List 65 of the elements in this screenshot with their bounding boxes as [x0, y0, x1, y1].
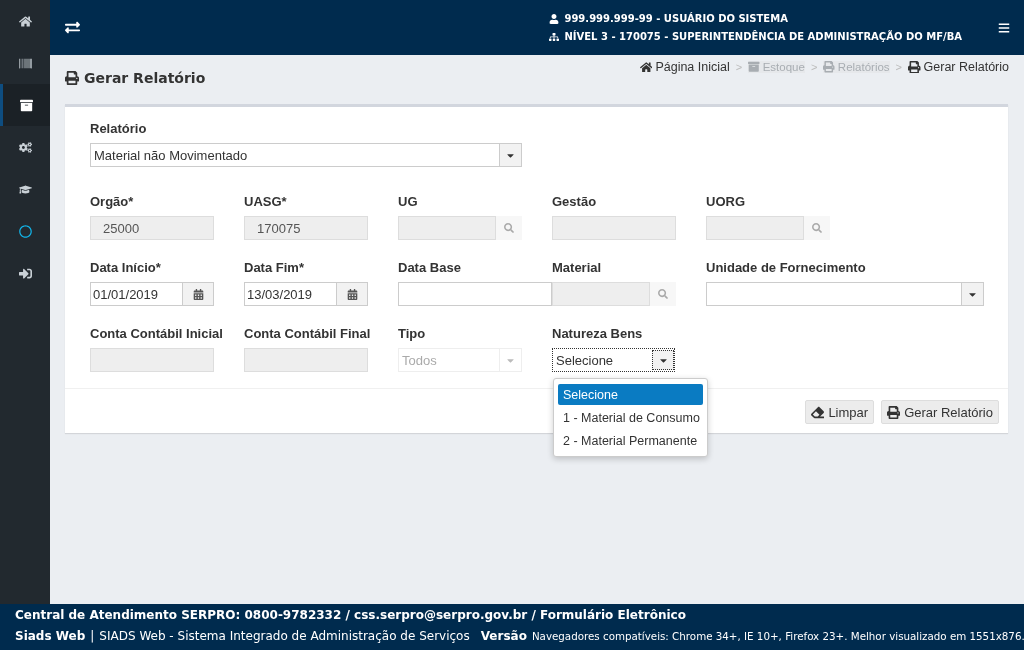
field-label: Conta Contábil Inicial	[90, 326, 224, 342]
select-field[interactable]: Material não Movimentado	[90, 143, 522, 167]
gears-icon	[18, 140, 32, 154]
search-icon	[812, 223, 822, 233]
text-field[interactable]	[398, 282, 552, 306]
field-label: Tipo	[398, 326, 427, 342]
select-field[interactable]: Selecione	[552, 348, 675, 372]
user-unit: NÍVEL 3 - 170075 - SUPERINTENDÊNCIA DE ADMINISTRAÇÃO DO MF/BA	[564, 31, 962, 42]
calendar-icon	[346, 288, 358, 300]
search-button[interactable]	[804, 216, 830, 240]
printer-icon	[908, 60, 921, 74]
menu-icon[interactable]	[998, 21, 1010, 34]
field-label: UASG*	[244, 194, 288, 210]
system-name: SIADS Web - Sistema Integrado de Administração de Serviços	[99, 629, 470, 643]
search-button[interactable]	[496, 216, 522, 240]
printer-icon	[887, 405, 901, 419]
search-icon	[504, 223, 514, 233]
brand-name: Siads Web	[15, 629, 86, 643]
version-label: Versão	[480, 629, 527, 643]
action-button[interactable]: Gerar Relatório	[881, 400, 999, 424]
contact-text: Central de Atendimento SERPRO: 0800-9782332 / css.serpro@serpro.gov.br / Formulário Eletrônico	[15, 608, 687, 622]
calendar-button[interactable]	[337, 282, 368, 306]
home-icon	[639, 60, 653, 74]
calendar-icon	[192, 288, 204, 300]
toggle-arrows-icon[interactable]	[65, 20, 80, 35]
field-label: UG	[398, 194, 419, 210]
user-name: 999.999.999-99 - USUÁRIO DO SISTEMA	[564, 13, 788, 24]
separator-text: |	[90, 629, 95, 643]
date-field[interactable]: 13/03/2019	[244, 282, 337, 306]
search-button[interactable]	[650, 282, 676, 306]
calendar-button[interactable]	[183, 282, 214, 306]
field-label: Natureza Bens	[552, 326, 644, 342]
field-label: Conta Contábil Final	[244, 326, 372, 342]
action-button[interactable]: Limpar	[805, 400, 875, 424]
dropdown-option[interactable]: 1 - Material de Consumo	[558, 407, 703, 428]
field-label: Unidade de Fornecimento	[706, 260, 867, 276]
search-icon	[658, 289, 668, 299]
field-label: UORG	[706, 194, 746, 210]
dropdown-option[interactable]: Selecione	[558, 384, 703, 405]
barcode-icon	[18, 56, 32, 70]
date-field[interactable]: 01/01/2019	[90, 282, 183, 306]
sitemap-icon	[549, 31, 560, 42]
field-label: Relatório	[90, 121, 148, 137]
select-field[interactable]	[706, 282, 984, 306]
archive-box-icon	[20, 98, 33, 112]
sign-in-icon	[18, 266, 32, 280]
printer-icon	[823, 61, 835, 73]
breadcrumb-link[interactable]: Gerar Relatório	[908, 60, 1009, 74]
browser-note: Navegadores compatíveis: Chrome 34+, IE 10+, Firefox 23+. Melhor visualizado em 1551x876.	[531, 630, 1024, 642]
printer-icon	[65, 71, 79, 85]
field-label: Material	[552, 260, 603, 276]
field-label: Gestão	[552, 194, 598, 210]
user-icon	[549, 13, 560, 24]
field-label: Data Fim*	[244, 260, 305, 276]
home-icon	[18, 14, 32, 28]
field-label: Data Base	[398, 260, 462, 276]
archive-box-icon	[748, 61, 760, 73]
field-label: Orgão*	[90, 194, 135, 210]
field-label: Data Início*	[90, 260, 162, 276]
breadcrumb-separator: >	[810, 61, 818, 73]
dropdown-option[interactable]: 2 - Material Permanente	[558, 430, 703, 451]
eraser-icon	[811, 405, 825, 419]
sidebar-item[interactable]	[0, 84, 50, 126]
breadcrumb-separator: >	[895, 61, 903, 73]
breadcrumb-separator: >	[735, 61, 743, 73]
